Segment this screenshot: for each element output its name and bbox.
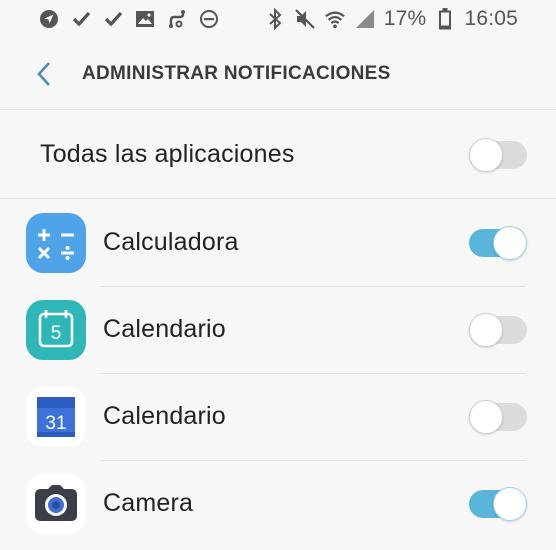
all-apps-row[interactable]: Todas las aplicaciones <box>0 111 556 199</box>
app-bar: ADMINISTRAR NOTIFICACIONES <box>0 38 556 110</box>
app-toggle-calendario-samsung[interactable] <box>469 312 527 347</box>
do-not-disturb-icon <box>198 8 220 30</box>
app-row-camera[interactable]: Camera <box>0 460 556 547</box>
app-row-calculadora[interactable]: Calculadora <box>0 199 556 286</box>
bluetooth-icon <box>264 8 286 30</box>
app-row-calendario-samsung[interactable]: 5 Calendario <box>0 286 556 373</box>
samsung-calendar-icon: 5 <box>26 299 86 360</box>
toggle-knob <box>493 225 527 260</box>
app-label: Calculadora <box>103 228 239 256</box>
notification-list: Todas las aplicaciones Calculadora 5 Cal… <box>0 111 556 547</box>
status-bar: 17% 16:05 <box>0 0 556 38</box>
app-label: Calendario <box>103 402 226 430</box>
battery-icon <box>434 8 456 30</box>
app-label: Camera <box>103 489 194 517</box>
check-icon <box>102 8 124 30</box>
all-apps-toggle[interactable] <box>469 137 527 172</box>
google-calendar-day: 31 <box>45 413 66 434</box>
toggle-knob <box>469 312 503 347</box>
chevron-left-icon <box>37 61 50 86</box>
app-toggle-calendario-google[interactable] <box>469 399 527 434</box>
navigation-icon <box>38 8 60 30</box>
toggle-knob <box>493 486 527 521</box>
signal-icon <box>354 8 376 30</box>
image-icon <box>134 8 156 30</box>
battery-percentage: 17% <box>383 7 427 30</box>
app-toggle-calculadora[interactable] <box>469 225 527 260</box>
app-toggle-camera[interactable] <box>469 486 527 521</box>
clock: 16:05 <box>464 7 518 30</box>
page-title: ADMINISTRAR NOTIFICACIONES <box>82 62 391 84</box>
google-calendar-icon: 31 <box>26 386 86 447</box>
wifi-icon <box>324 8 346 30</box>
samsung-calendar-day: 5 <box>51 323 62 344</box>
status-bar-right: 17% 16:05 <box>264 7 518 31</box>
all-apps-label: Todas las aplicaciones <box>40 140 295 168</box>
app-row-calendario-google[interactable]: 31 Calendario <box>0 373 556 460</box>
app-label: Calendario <box>103 315 226 343</box>
toggle-knob <box>469 399 503 434</box>
camera-icon <box>26 473 86 534</box>
check-icon <box>70 8 92 30</box>
mute-icon <box>294 8 316 30</box>
toggle-knob <box>469 137 503 172</box>
back-button[interactable] <box>28 54 60 94</box>
status-bar-left <box>38 8 220 30</box>
calculator-icon <box>26 212 86 273</box>
link-icon <box>166 8 188 30</box>
